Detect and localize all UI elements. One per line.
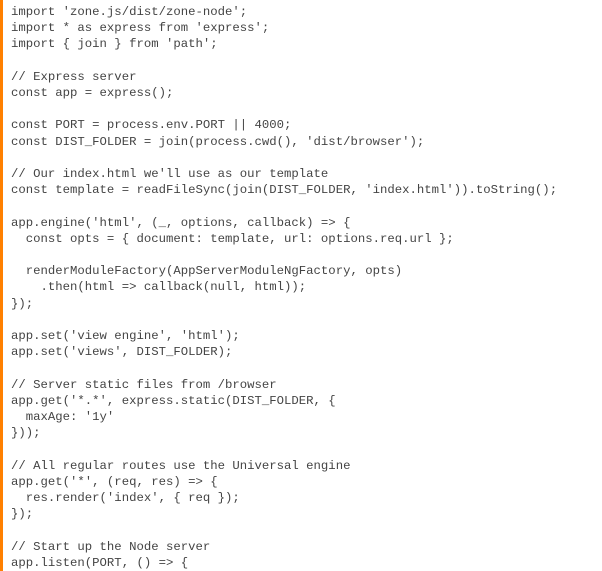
code-line: import { join } from 'path'; [11, 36, 596, 52]
code-line: }); [11, 506, 596, 522]
code-line: const template = readFileSync(join(DIST_… [11, 182, 596, 198]
code-line [11, 53, 596, 69]
code-line: // Start up the Node server [11, 539, 596, 555]
code-line [11, 247, 596, 263]
code-line [11, 441, 596, 457]
code-line: // Server static files from /browser [11, 377, 596, 393]
code-line: app.listen(PORT, () => { [11, 555, 596, 571]
code-line [11, 523, 596, 539]
code-line: const DIST_FOLDER = join(process.cwd(), … [11, 134, 596, 150]
code-line: }); [11, 296, 596, 312]
code-line [11, 360, 596, 376]
code-line: app.engine('html', (_, options, callback… [11, 215, 596, 231]
code-line [11, 150, 596, 166]
code-line: maxAge: '1y' [11, 409, 596, 425]
code-line: renderModuleFactory(AppServerModuleNgFac… [11, 263, 596, 279]
code-line: import * as express from 'express'; [11, 20, 596, 36]
code-line: const PORT = process.env.PORT || 4000; [11, 117, 596, 133]
code-line: res.render('index', { req }); [11, 490, 596, 506]
code-line: const app = express(); [11, 85, 596, 101]
code-line: // All regular routes use the Universal … [11, 458, 596, 474]
code-line: // Express server [11, 69, 596, 85]
code-line: import 'zone.js/dist/zone-node'; [11, 4, 596, 20]
code-line: // Our index.html we'll use as our templ… [11, 166, 596, 182]
code-line [11, 101, 596, 117]
code-line: app.get('*.*', express.static(DIST_FOLDE… [11, 393, 596, 409]
code-line: app.set('view engine', 'html'); [11, 328, 596, 344]
code-line: app.get('*', (req, res) => { [11, 474, 596, 490]
code-line: })); [11, 425, 596, 441]
code-line: const opts = { document: template, url: … [11, 231, 596, 247]
code-line [11, 312, 596, 328]
code-block: import 'zone.js/dist/zone-node';import *… [0, 0, 602, 571]
code-line: app.set('views', DIST_FOLDER); [11, 344, 596, 360]
code-line [11, 198, 596, 214]
code-line: .then(html => callback(null, html)); [11, 279, 596, 295]
